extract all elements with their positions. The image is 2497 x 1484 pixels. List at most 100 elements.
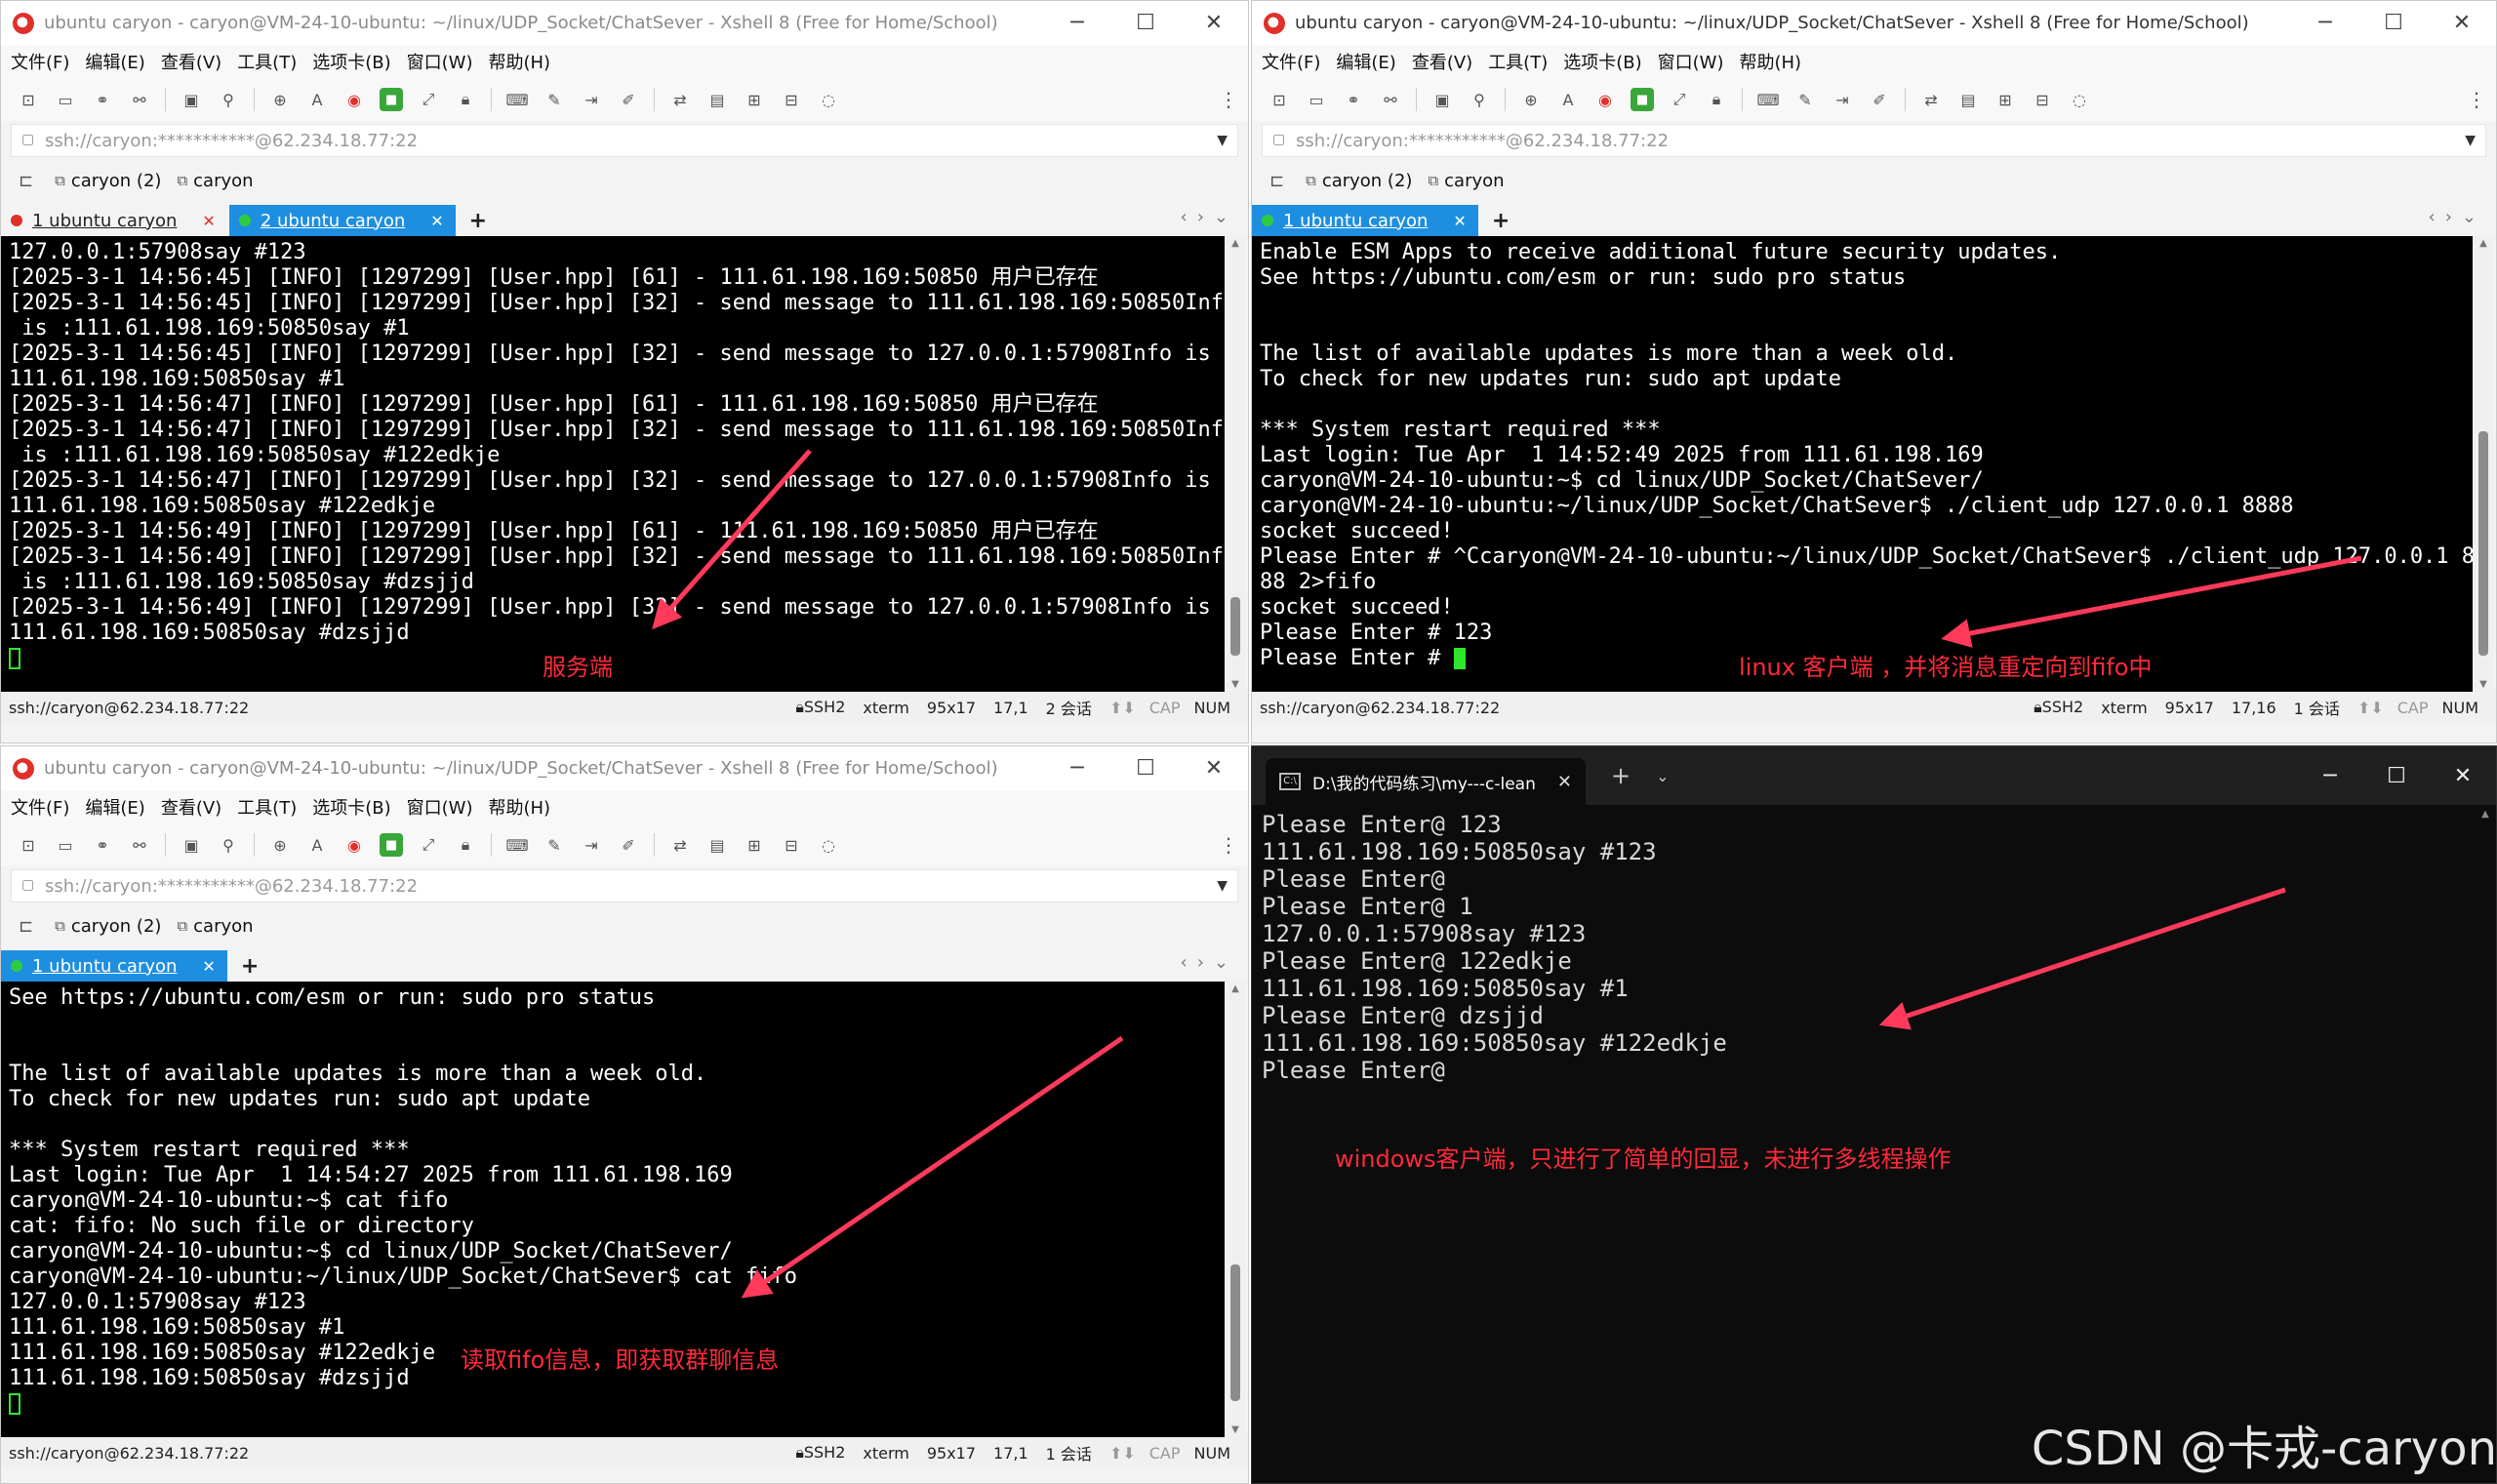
menu-edit[interactable]: 编辑(E): [1336, 49, 1395, 74]
edit-icon[interactable]: ✐: [617, 88, 640, 111]
transfer-icon[interactable]: ⇄: [1919, 88, 1943, 111]
lock-icon[interactable]: 🔒︎: [454, 833, 477, 857]
tab-session-1[interactable]: 1 ubuntu caryon ✕: [1252, 205, 1478, 236]
link-bar-icon[interactable]: ⊏: [19, 916, 33, 937]
chevron-down-icon[interactable]: ▼: [2465, 133, 2476, 148]
tab-navigation-icon[interactable]: ‹›⌄: [1181, 207, 1238, 227]
address-field[interactable]: ▢ ssh://caryon:***********@62.234.18.77:…: [11, 124, 1238, 157]
link-caryon-2[interactable]: ⧉ caryon (2): [55, 171, 161, 191]
session-window-icon[interactable]: ▣: [1430, 88, 1454, 111]
close-tab-icon[interactable]: ✕: [202, 957, 215, 976]
script-icon[interactable]: ⇥: [580, 833, 603, 857]
menu-edit[interactable]: 编辑(E): [85, 794, 144, 820]
minimize-button[interactable]: ─: [2297, 764, 2363, 788]
scroll-down-icon[interactable]: ▼: [1225, 679, 1246, 690]
maximize-button[interactable]: ☐: [2359, 1, 2428, 45]
fullscreen-icon[interactable]: ⤢: [1668, 88, 1691, 111]
globe-icon[interactable]: ⊕: [268, 88, 292, 111]
menu-file[interactable]: 文件(F): [11, 49, 69, 74]
xshell-icon[interactable]: ◉: [342, 88, 366, 111]
link-caryon[interactable]: ⧉ caryon: [177, 916, 253, 937]
menu-file[interactable]: 文件(F): [1262, 49, 1320, 74]
add-window-icon[interactable]: ⊞: [1994, 88, 2017, 111]
scroll-down-icon[interactable]: ▼: [2473, 679, 2494, 690]
close-tab-icon[interactable]: ✕: [1557, 772, 1572, 792]
menu-view[interactable]: 查看(V): [161, 49, 222, 74]
vertical-scrollbar[interactable]: ▲ ▼: [1225, 236, 1246, 692]
menu-help[interactable]: 帮助(H): [488, 49, 550, 74]
globe-icon[interactable]: ⊕: [1519, 88, 1543, 111]
lock-icon[interactable]: 🔒︎: [454, 88, 477, 111]
link-icon[interactable]: ⚭: [1342, 88, 1365, 111]
more-icon[interactable]: ⋮: [1219, 833, 1238, 857]
menu-help[interactable]: 帮助(H): [488, 794, 550, 820]
xshell-icon[interactable]: ◉: [1593, 88, 1617, 111]
session-window-icon[interactable]: ▣: [180, 833, 203, 857]
layout-icon[interactable]: ⊟: [780, 833, 803, 857]
edit-icon[interactable]: ✐: [1868, 88, 1891, 111]
new-session-icon[interactable]: ⊡: [17, 833, 40, 857]
unlink-icon[interactable]: ⚯: [128, 833, 151, 857]
chat-icon[interactable]: ◌: [2068, 88, 2091, 111]
keyboard-icon[interactable]: ⌨: [1756, 88, 1780, 111]
tab-navigation-icon[interactable]: ‹›⌄: [2429, 207, 2486, 227]
link-bar-icon[interactable]: ⊏: [19, 171, 33, 191]
vertical-scrollbar[interactable]: ▲ ▼: [1225, 982, 1246, 1437]
terminal-output[interactable]: 127.0.0.1:57908say #123 [2025-3-1 14:56:…: [1, 236, 1225, 692]
keyboard-icon[interactable]: ⌨: [505, 88, 529, 111]
xftp-icon[interactable]: ■: [380, 88, 403, 111]
session-arrows-icon[interactable]: ⬆⬇: [1109, 1444, 1136, 1463]
close-button[interactable]: ✕: [1180, 1, 1248, 45]
scroll-thumb[interactable]: [1230, 597, 1240, 656]
menu-tools[interactable]: 工具(T): [237, 794, 297, 820]
edit-icon[interactable]: ✐: [617, 833, 640, 857]
new-session-icon[interactable]: ⊡: [1268, 88, 1291, 111]
font-icon[interactable]: A: [1556, 88, 1580, 111]
tab-navigation-icon[interactable]: ‹›⌄: [1181, 952, 1238, 973]
tab-session-1[interactable]: 1 ubuntu caryon ✕: [1, 205, 227, 236]
menu-edit[interactable]: 编辑(E): [85, 49, 144, 74]
chat-icon[interactable]: ◌: [817, 833, 840, 857]
menu-tabs[interactable]: 选项卡(B): [312, 49, 390, 74]
chevron-down-icon[interactable]: ▼: [1217, 878, 1228, 894]
maximize-button[interactable]: ☐: [1111, 1, 1180, 45]
address-field[interactable]: ▢ ssh://caryon:***********@62.234.18.77:…: [1262, 124, 2486, 157]
menu-window[interactable]: 窗口(W): [1658, 49, 1724, 74]
compose-icon[interactable]: ▤: [705, 88, 729, 111]
search-icon[interactable]: ⚲: [1468, 88, 1491, 111]
link-icon[interactable]: ⚭: [91, 833, 114, 857]
terminal-tab[interactable]: C:\ D:\我的代码练习\my---c-lean ✕: [1266, 758, 1586, 805]
menu-tabs[interactable]: 选项卡(B): [1563, 49, 1641, 74]
menu-tools[interactable]: 工具(T): [1488, 49, 1548, 74]
layout-icon[interactable]: ⊟: [780, 88, 803, 111]
new-tab-button[interactable]: +: [1611, 762, 1631, 789]
script-icon[interactable]: ⇥: [1831, 88, 1854, 111]
fullscreen-icon[interactable]: ⤢: [417, 833, 440, 857]
terminal-output[interactable]: Enable ESM Apps to receive additional fu…: [1252, 236, 2473, 692]
link-caryon[interactable]: ⧉ caryon: [1428, 171, 1504, 191]
fullscreen-icon[interactable]: ⤢: [417, 88, 440, 111]
compose-icon[interactable]: ▤: [1956, 88, 1980, 111]
new-tab-button[interactable]: +: [1480, 205, 1521, 236]
pen-icon[interactable]: ✎: [1793, 88, 1817, 111]
open-folder-icon[interactable]: ▭: [54, 88, 77, 111]
tab-session-1[interactable]: 1 ubuntu caryon ✕: [1, 950, 227, 982]
minimize-button[interactable]: ─: [1043, 1, 1111, 45]
transfer-icon[interactable]: ⇄: [668, 88, 692, 111]
keyboard-icon[interactable]: ⌨: [505, 833, 529, 857]
close-button[interactable]: ✕: [2428, 1, 2496, 45]
more-icon[interactable]: ⋮: [2467, 88, 2486, 111]
open-folder-icon[interactable]: ▭: [1305, 88, 1328, 111]
scroll-thumb[interactable]: [2478, 431, 2488, 656]
add-window-icon[interactable]: ⊞: [743, 88, 766, 111]
menu-view[interactable]: 查看(V): [1412, 49, 1472, 74]
tab-session-2[interactable]: 2 ubuntu caryon ✕: [228, 205, 456, 236]
close-tab-icon[interactable]: ✕: [202, 212, 215, 230]
unlink-icon[interactable]: ⚯: [1379, 88, 1402, 111]
close-tab-icon[interactable]: ✕: [1453, 212, 1466, 230]
lock-icon[interactable]: 🔒︎: [1705, 88, 1728, 111]
more-icon[interactable]: ⋮: [1219, 88, 1238, 111]
maximize-button[interactable]: ☐: [1111, 746, 1180, 790]
script-icon[interactable]: ⇥: [580, 88, 603, 111]
add-window-icon[interactable]: ⊞: [743, 833, 766, 857]
